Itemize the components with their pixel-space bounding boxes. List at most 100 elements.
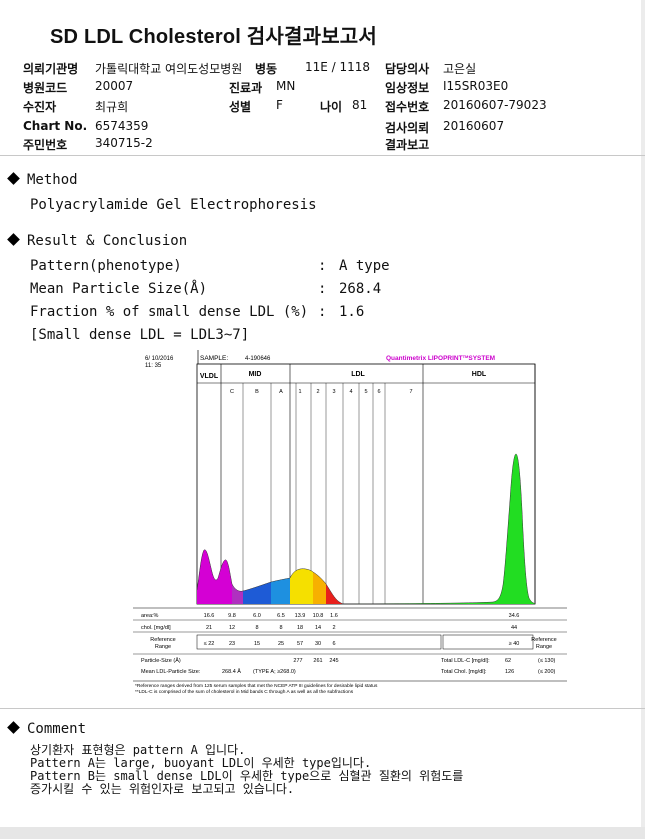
chol-ldl2: 14 (315, 625, 321, 631)
diamond-bullet-icon (7, 721, 20, 734)
comment-line-2: Pattern A는 large, buoyant LDL이 우세한 type입… (30, 756, 372, 770)
chol-mid-c: 12 (229, 625, 235, 631)
mean-ldl-type: (TYPE A; ≥268.0) (253, 669, 296, 675)
area-label: area:% (141, 613, 159, 619)
ref-mid-a: 25 (278, 641, 284, 647)
ward-label: 병동 (255, 62, 278, 76)
ref-label-1: Reference (150, 637, 175, 643)
page-edge (641, 0, 645, 839)
result-report-label: 결과보고 (385, 138, 430, 152)
chol-hdl: 44 (511, 625, 517, 631)
region-label-mid: MID (249, 371, 262, 378)
diamond-bullet-icon (7, 233, 20, 246)
area-ldl2: 10.8 (313, 613, 324, 619)
band-label-2: 2 (316, 389, 319, 395)
chart-no-label: Chart No. (23, 119, 88, 133)
footnote-2: **LDL-C is comprised of the sum of chole… (135, 689, 354, 695)
band-label-6: 6 (377, 389, 380, 395)
lipoprint-sample-value: 4-190646 (245, 356, 271, 362)
department-value: MN (276, 79, 296, 93)
chol-vldl: 21 (206, 625, 212, 631)
chol-mid-b: 8 (255, 625, 258, 631)
pattern-value: A type (339, 258, 390, 274)
chol-label: chol. [mg/dl] (141, 625, 171, 631)
mean-ldl-label: Mean LDL-Particle Size: (141, 669, 201, 675)
patient-label: 수진자 (23, 100, 57, 114)
lipoprint-report: 6/ 10/2016 11: 35 SAMPLE: 4-190646 Quant… (133, 350, 567, 698)
diamond-bullet-icon (7, 172, 20, 185)
total-chol-label: Total Chol. [mg/dl]: (441, 669, 487, 675)
total-ldl-value: 62 (505, 658, 511, 664)
mean-particle-size-label: Mean Particle Size(Å) (30, 281, 208, 297)
sex-label: 성별 (229, 100, 252, 114)
band-label-5: 5 (364, 389, 367, 395)
total-chol-value: 126 (505, 669, 514, 675)
chol-ldl1: 18 (297, 625, 303, 631)
area-vldl: 16.6 (204, 613, 215, 619)
mean-particle-size-value: 268.4 (339, 281, 382, 297)
clinical-info-label: 임상정보 (385, 81, 430, 95)
ward-value: 11E / 1118 (305, 60, 371, 74)
ref-vldl: ≤ 22 (204, 641, 215, 647)
band-label-3: 3 (332, 389, 335, 395)
result-heading: Result & Conclusion (7, 233, 187, 249)
area-mid-c: 9.8 (228, 613, 236, 619)
lipoprint-brand: Quantimetrix LIPOPRINTTMSYSTEM (386, 354, 495, 362)
band-label-7: 7 (409, 389, 412, 395)
report-title: SD LDL Cholesterol 검사결과보고서 (50, 26, 377, 48)
particle-size-label: Particle-Size (Å) (141, 657, 181, 664)
comment-line-1: 상기환자 표현형은 pattern A 입니다. (30, 743, 246, 757)
sdldl-definition-note: [Small dense LDL = LDL3~7] (30, 327, 250, 343)
ref-ldl3: 6 (332, 641, 335, 647)
ref-mid-c: 23 (229, 641, 235, 647)
test-request-value: 20160607 (443, 119, 505, 133)
department-label: 진료과 (229, 81, 263, 95)
total-chol-range: (≤ 200) (538, 669, 556, 675)
ref-hdl: ≥ 40 (509, 641, 520, 647)
band-label-b: B (255, 389, 259, 395)
comment-line-4: 증가시킬 수 있는 위험인자로 보고되고 있습니다. (30, 782, 295, 796)
region-label-vldl: VLDL (200, 373, 219, 380)
pattern-separator: : (318, 258, 327, 274)
header-divider (0, 155, 645, 156)
ref-ldl2: 30 (315, 641, 321, 647)
hospital-code-value: 20007 (95, 79, 134, 93)
ref-ldl1: 57 (297, 641, 303, 647)
method-heading: Method (7, 172, 78, 188)
sdldl-fraction-separator: : (318, 304, 327, 320)
mean-ldl-value: 268.4 Å (222, 668, 241, 675)
particle-size-ldl2: 261 (313, 658, 322, 664)
total-ldl-label: Total LDL-C [mg/dl]: (441, 658, 490, 664)
receipt-value: 20160607-79023 (443, 98, 547, 112)
lipoprint-sample-label: SAMPLE: (200, 355, 228, 362)
institution-value: 가톨릭대학교 여의도성모병원 (95, 62, 243, 76)
band-label-c: C (230, 389, 234, 395)
mean-particle-size-separator: : (318, 281, 327, 297)
age-label: 나이 (320, 100, 343, 114)
ref-label-2: Range (155, 644, 171, 650)
chart-no-value: 6574359 (95, 119, 149, 133)
sex-value: F (276, 98, 283, 112)
chart-divider (0, 708, 645, 709)
comment-line-3: Pattern B는 small dense LDL이 우세한 type으로 심… (30, 769, 464, 783)
area-ldl3: 1.6 (330, 613, 338, 619)
patient-value: 최규희 (95, 100, 129, 114)
comment-heading: Comment (7, 721, 86, 737)
sdldl-fraction-label: Fraction % of small dense LDL (%) (30, 304, 309, 320)
band-label-4: 4 (349, 389, 352, 395)
receipt-label: 접수번호 (385, 100, 430, 114)
band-label-a: A (279, 389, 283, 395)
pattern-label: Pattern(phenotype) (30, 258, 182, 274)
method-text: Polyacrylamide Gel Electrophoresis (30, 197, 317, 213)
chol-mid-a: 8 (279, 625, 282, 631)
total-ldl-range: (≤ 130) (538, 658, 556, 664)
lipoprint-time: 11: 35 (145, 363, 162, 369)
area-mid-b: 6.0 (253, 613, 261, 619)
age-value: 81 (352, 98, 368, 112)
institution-label: 의뢰기관명 (23, 62, 79, 76)
band-label-1: 1 (298, 389, 301, 395)
chol-ldl3: 2 (332, 625, 335, 631)
region-label-hdl: HDL (472, 371, 487, 378)
doctor-value: 고은실 (443, 62, 477, 76)
footnote-1: *Reference ranges derived from 125 serum… (135, 683, 378, 689)
